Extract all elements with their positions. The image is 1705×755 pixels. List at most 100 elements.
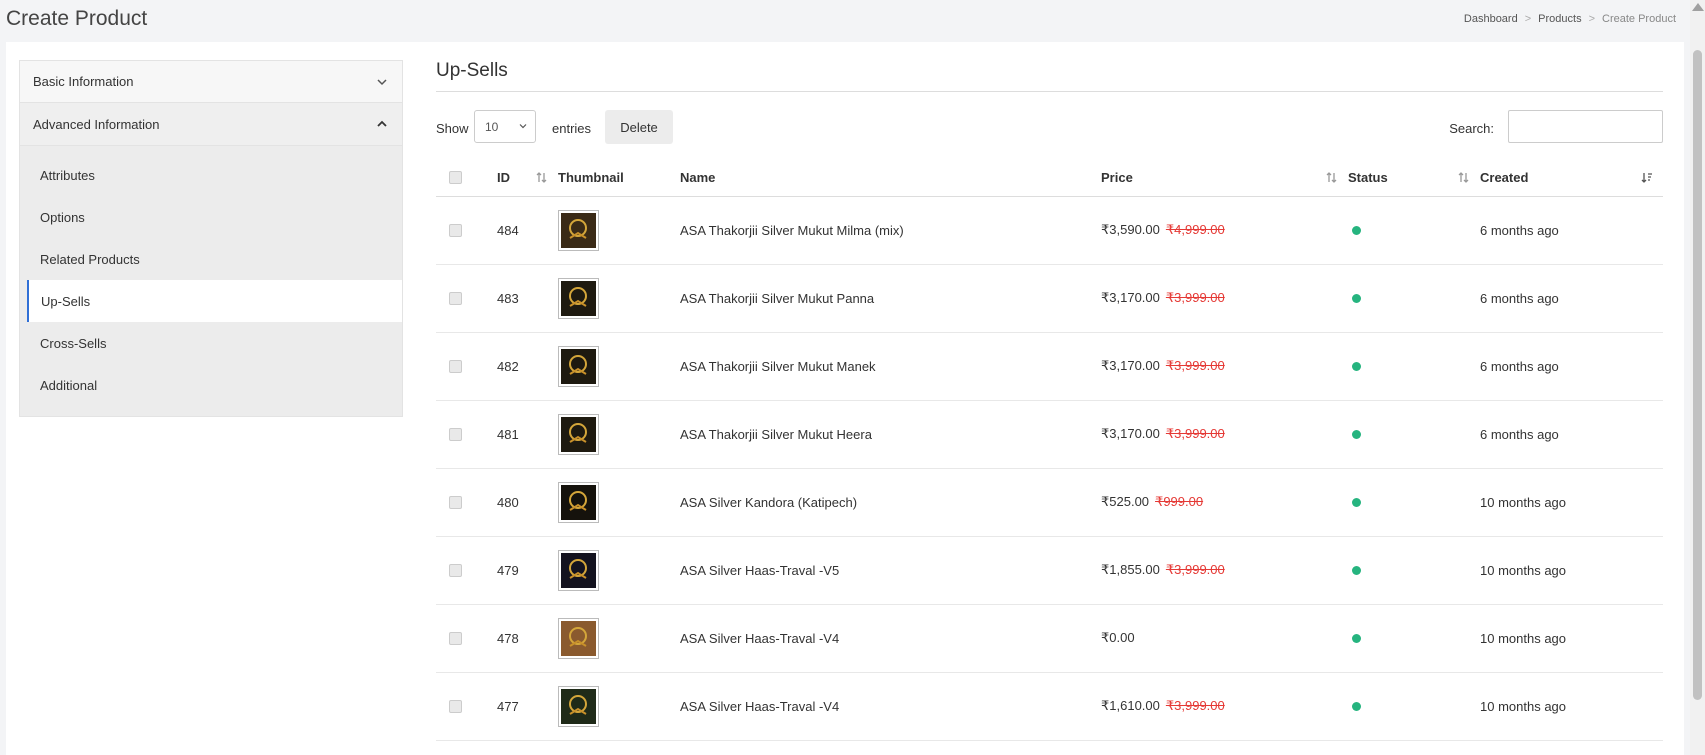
price-current: ₹3,170.00 bbox=[1101, 358, 1160, 373]
row-select-cell bbox=[436, 332, 497, 400]
product-thumbnail bbox=[558, 277, 599, 319]
table-row[interactable]: 484 ASA Thakorjii Silver Mukut Milma (mi… bbox=[436, 196, 1663, 264]
price-current: ₹1,855.00 bbox=[1101, 562, 1160, 577]
row-name: ASA Thakorjii Silver Mukut Panna bbox=[680, 290, 875, 306]
page-scrollbar[interactable] bbox=[1690, 0, 1705, 755]
page-title: Create Product bbox=[6, 7, 148, 30]
status-active-dot bbox=[1352, 361, 1361, 371]
column-status[interactable]: Status bbox=[1348, 160, 1480, 196]
scrollbar-thumb[interactable] bbox=[1693, 50, 1702, 700]
search-label: Search: bbox=[1449, 121, 1494, 136]
row-checkbox[interactable] bbox=[449, 223, 462, 237]
row-status-cell bbox=[1348, 672, 1480, 740]
row-price-cell: ₹3,590.00 ₹4,999.00 bbox=[1101, 196, 1348, 264]
table-row[interactable]: 478 ASA Silver Haas-Traval -V4 ₹0.00 10 … bbox=[436, 604, 1663, 672]
delete-button[interactable]: Delete bbox=[605, 110, 673, 144]
column-label: Created bbox=[1480, 170, 1529, 186]
product-thumbnail bbox=[558, 617, 599, 659]
row-select-cell bbox=[436, 672, 497, 740]
row-thumbnail-cell bbox=[558, 264, 680, 332]
select-all-checkbox[interactable] bbox=[449, 171, 462, 185]
price-current: ₹3,170.00 bbox=[1101, 426, 1160, 441]
row-name: ASA Thakorjii Silver Mukut Milma (mix) bbox=[680, 222, 904, 238]
chevron-down-icon bbox=[518, 121, 528, 131]
sort-desc-icon[interactable] bbox=[1640, 171, 1653, 184]
row-checkbox[interactable] bbox=[449, 495, 462, 509]
table-row[interactable]: 480 ASA Silver Kandora (Katipech) ₹525.0… bbox=[436, 468, 1663, 536]
price-current: ₹0.00 bbox=[1101, 630, 1135, 645]
row-checkbox[interactable] bbox=[449, 563, 462, 577]
table-row[interactable]: 477 ASA Silver Haas-Traval -V4 ₹1,610.00… bbox=[436, 672, 1663, 740]
table-controls: Show 10 entries Delete Search: bbox=[436, 110, 1663, 160]
price-old: ₹4,999.00 bbox=[1165, 222, 1225, 237]
up-sells-table: ID Thumbnail Name Price Status Created 4… bbox=[436, 160, 1663, 741]
row-checkbox[interactable] bbox=[449, 291, 462, 305]
product-thumbnail bbox=[558, 685, 599, 727]
advanced-information-panel: Attributes Options Related Products Up-S… bbox=[19, 146, 403, 417]
status-active-dot bbox=[1352, 293, 1361, 303]
table-row[interactable]: 482 ASA Thakorjii Silver Mukut Manek ₹3,… bbox=[436, 332, 1663, 400]
table-row[interactable]: 479 ASA Silver Haas-Traval -V5 ₹1,855.00… bbox=[436, 536, 1663, 604]
column-label: Status bbox=[1348, 170, 1388, 186]
column-label: Thumbnail bbox=[558, 170, 624, 186]
column-created[interactable]: Created bbox=[1480, 160, 1663, 196]
breadcrumb-dashboard[interactable]: Dashboard bbox=[1464, 13, 1518, 25]
row-name: ASA Thakorjii Silver Mukut Heera bbox=[680, 426, 872, 442]
row-created: 10 months ago bbox=[1480, 630, 1567, 646]
row-select-cell bbox=[436, 400, 497, 468]
product-thumbnail bbox=[558, 549, 599, 591]
status-active-dot bbox=[1352, 701, 1361, 711]
row-select-cell bbox=[436, 196, 497, 264]
column-price[interactable]: Price bbox=[1101, 160, 1348, 196]
sort-icon[interactable] bbox=[535, 171, 548, 184]
row-id: 480 bbox=[497, 494, 519, 510]
breadcrumb-products[interactable]: Products bbox=[1538, 13, 1581, 25]
row-status-cell bbox=[1348, 264, 1480, 332]
sidebar-item-additional[interactable]: Additional bbox=[27, 364, 402, 406]
price-old: ₹3,999.00 bbox=[1165, 426, 1225, 441]
row-price-cell: ₹3,170.00 ₹3,999.00 bbox=[1101, 400, 1348, 468]
row-created: 6 months ago bbox=[1480, 358, 1559, 374]
row-id: 481 bbox=[497, 426, 519, 442]
sort-icon[interactable] bbox=[1457, 171, 1470, 184]
row-checkbox[interactable] bbox=[449, 359, 462, 373]
accordion-label: Advanced Information bbox=[33, 116, 160, 132]
row-checkbox[interactable] bbox=[449, 427, 462, 441]
price-old: ₹999.00 bbox=[1155, 494, 1204, 509]
sidebar: Basic Information Advanced Information A… bbox=[19, 60, 403, 417]
row-select-cell bbox=[436, 536, 497, 604]
column-id[interactable]: ID bbox=[497, 160, 558, 196]
row-checkbox[interactable] bbox=[449, 699, 462, 713]
row-created: 6 months ago bbox=[1480, 222, 1559, 238]
price-old: ₹3,999.00 bbox=[1165, 358, 1225, 373]
column-label: Name bbox=[680, 170, 716, 186]
price-current: ₹3,170.00 bbox=[1101, 290, 1160, 305]
accordion-advanced-information[interactable]: Advanced Information bbox=[19, 103, 403, 146]
sidebar-item-related-products[interactable]: Related Products bbox=[27, 238, 402, 280]
row-checkbox[interactable] bbox=[449, 631, 462, 645]
scroll-up-icon[interactable] bbox=[1692, 3, 1704, 11]
sort-icon[interactable] bbox=[1325, 171, 1338, 184]
chevron-down-icon bbox=[375, 75, 389, 89]
row-select-cell bbox=[436, 604, 497, 672]
sidebar-item-up-sells[interactable]: Up-Sells bbox=[27, 280, 402, 322]
status-active-dot bbox=[1352, 565, 1361, 575]
entries-select[interactable]: 10 bbox=[474, 110, 536, 143]
row-thumbnail-cell bbox=[558, 332, 680, 400]
show-label: Show bbox=[436, 121, 469, 136]
status-active-dot bbox=[1352, 429, 1361, 439]
price-current: ₹525.00 bbox=[1101, 494, 1150, 509]
row-id: 484 bbox=[497, 222, 519, 238]
up-sells-panel: Up-Sells Show 10 entries Delete Search: bbox=[436, 60, 1663, 741]
search-input[interactable] bbox=[1508, 110, 1663, 143]
price-current: ₹1,610.00 bbox=[1101, 698, 1160, 713]
column-name: Name bbox=[680, 160, 1101, 196]
table-row[interactable]: 481 ASA Thakorjii Silver Mukut Heera ₹3,… bbox=[436, 400, 1663, 468]
sidebar-item-options[interactable]: Options bbox=[27, 196, 402, 238]
table-row[interactable]: 483 ASA Thakorjii Silver Mukut Panna ₹3,… bbox=[436, 264, 1663, 332]
sidebar-item-attributes[interactable]: Attributes bbox=[27, 154, 402, 196]
accordion-basic-information[interactable]: Basic Information bbox=[19, 60, 403, 103]
sidebar-item-cross-sells[interactable]: Cross-Sells bbox=[27, 322, 402, 364]
row-name: ASA Silver Haas-Traval -V4 bbox=[680, 698, 840, 714]
product-thumbnail bbox=[558, 345, 599, 387]
